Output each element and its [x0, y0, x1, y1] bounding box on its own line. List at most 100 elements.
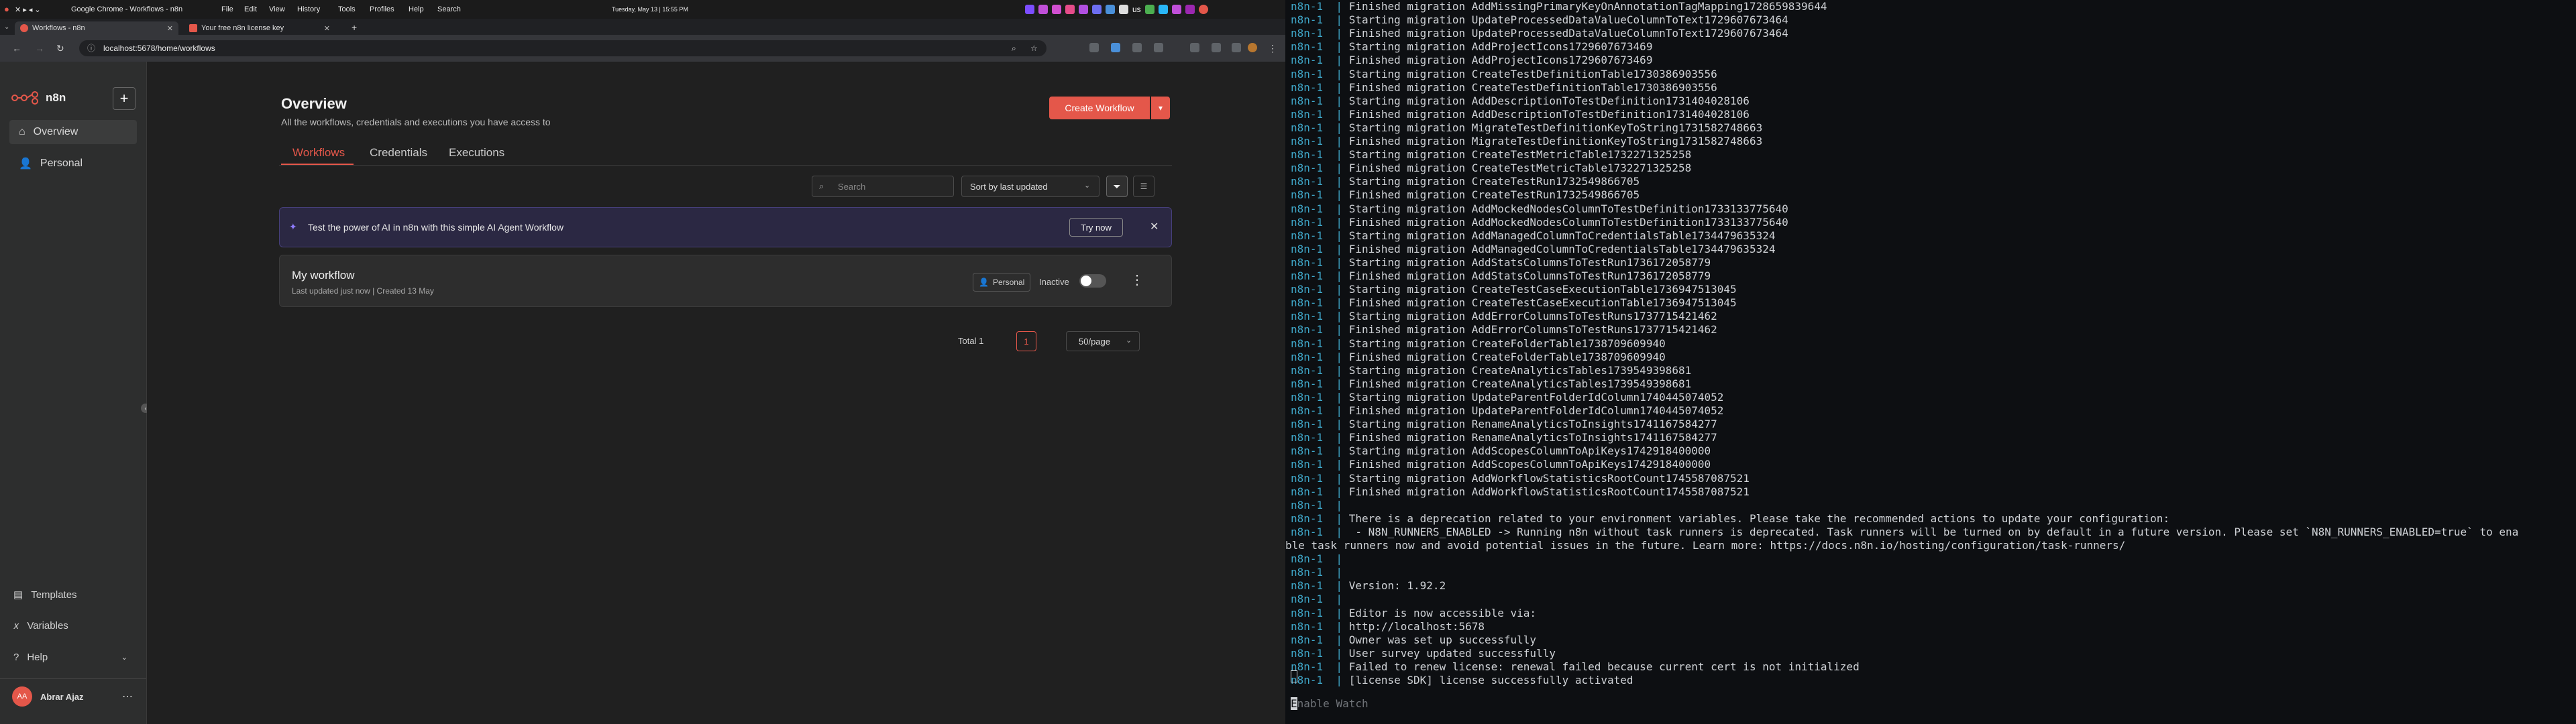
media-control-icon[interactable] [1212, 43, 1221, 52]
sidebar-item-overview[interactable]: ⌂ Overview [9, 120, 137, 144]
menu-search[interactable]: Search [437, 5, 461, 13]
sidebar-icon[interactable] [1232, 43, 1241, 52]
extension-formula-icon[interactable] [1132, 43, 1142, 52]
menu-help[interactable]: Help [409, 5, 424, 13]
chevron-icon[interactable] [1185, 5, 1195, 14]
os-logo-icon[interactable]: ● [4, 4, 9, 14]
volume-alt-icon[interactable] [1092, 5, 1102, 14]
filter-button[interactable]: ⏷ [1106, 176, 1128, 197]
n8n-sidebar: n8n + ⌂ Overview 👤 Personal ▤ Templates … [0, 62, 150, 724]
heart-icon[interactable] [1171, 5, 1181, 14]
forward-icon[interactable]: → [35, 43, 44, 54]
terminal-line: n8n-1 | [1291, 499, 1349, 512]
try-now-button[interactable]: Try now [1069, 218, 1123, 237]
ai-agent-banner: ✦ Test the power of AI in n8n with this … [279, 207, 1172, 247]
line-text: - N8N_RUNNERS_ENABLED -> Running n8n wit… [1348, 525, 2519, 538]
n8n-logo[interactable]: n8n [11, 91, 66, 105]
new-tab-button[interactable]: + [352, 22, 357, 33]
menu-file[interactable]: File [221, 5, 233, 13]
more-icon[interactable]: ⋯ [122, 690, 133, 703]
tab-credentials[interactable]: Credentials [370, 146, 427, 160]
power-icon[interactable] [1198, 5, 1208, 14]
service-prefix: n8n-1 | [1291, 566, 1349, 579]
terminal-footer[interactable]: Enable Watch [1291, 697, 1368, 710]
bell-icon[interactable] [1025, 5, 1034, 14]
close-icon[interactable]: ✕ [324, 24, 330, 33]
workflow-actions-icon[interactable]: ⋮ [1130, 272, 1144, 288]
menu-profiles[interactable]: Profiles [370, 5, 394, 13]
line-text: Finished migration AddDescriptionToTestD… [1348, 107, 1750, 121]
close-icon[interactable]: ✕ [1150, 220, 1159, 233]
search-input[interactable]: ⌕ Search [812, 176, 954, 197]
kebab-menu-icon[interactable]: ⋮ [1268, 43, 1277, 54]
sidebar-item-personal[interactable]: 👤 Personal [9, 152, 137, 176]
menu-edit[interactable]: Edit [244, 5, 257, 13]
service-prefix: n8n-1 | [1291, 67, 1349, 80]
service-prefix: n8n-1 | [1291, 525, 1349, 538]
tab-search-icon[interactable]: ⌄ [4, 23, 9, 31]
page-size-select[interactable]: 50/page ⌄ [1066, 331, 1140, 351]
media-icon[interactable] [1065, 5, 1075, 14]
workflow-name[interactable]: My workflow [292, 269, 355, 282]
battery-icon[interactable] [1158, 5, 1168, 14]
back-icon[interactable]: ← [12, 43, 21, 54]
menu-view[interactable]: View [269, 5, 285, 13]
active-toggle[interactable] [1079, 274, 1106, 288]
app-menu-title[interactable]: Google Chrome - Workflows - n8n [71, 5, 182, 13]
tab-executions[interactable]: Executions [449, 146, 504, 160]
service-prefix: n8n-1 | [1291, 269, 1349, 282]
create-dropdown-button[interactable]: ▾ [1151, 97, 1170, 119]
view-toggle-button[interactable]: ☰ [1133, 176, 1155, 197]
user-menu[interactable]: AA Abrar Ajaz ⋯ [12, 686, 133, 707]
terminal-line: n8n-1 | Starting migration AddProjectIco… [1291, 40, 1652, 54]
sidebar-item-templates[interactable]: ▤ Templates [13, 589, 77, 601]
reload-icon[interactable]: ↻ [56, 43, 64, 54]
create-workflow-button[interactable]: Create Workflow [1049, 97, 1150, 119]
service-prefix: n8n-1 | [1291, 431, 1349, 444]
zoom-icon[interactable]: ⌕ [1012, 40, 1016, 56]
page-button[interactable]: 1 [1016, 331, 1036, 351]
address-bar[interactable]: ⓘ localhost:5678/home/workflows ☆ ⌕ [79, 40, 1046, 56]
workflow-card[interactable]: My workflow Last updated just now | Crea… [279, 255, 1172, 307]
terminal[interactable]: n8n-1 | Finished migration AddMissingPri… [1285, 0, 2576, 724]
sidebar-item-variables[interactable]: 𝑥 Variables [13, 620, 68, 631]
service-prefix: n8n-1 | [1291, 162, 1349, 175]
extension-shield-icon[interactable] [1089, 43, 1099, 52]
sidebar-item-help[interactable]: ? Help ⌄ [13, 652, 127, 663]
download-icon[interactable] [1190, 43, 1199, 52]
divider [0, 678, 146, 679]
tab-workflows[interactable]: Workflows - n8n ✕ [15, 21, 178, 35]
window-controls[interactable]: ✕ ▸ ◂ ⌄ [15, 5, 41, 14]
line-text: Finished migration CreateTestMetricTable… [1348, 162, 1692, 175]
terminal-line: n8n-1 | Finished migration AddDescriptio… [1291, 108, 1750, 121]
close-icon[interactable]: ✕ [167, 24, 173, 33]
extensions-icon[interactable] [1154, 43, 1163, 52]
service-prefix: n8n-1 | [1291, 337, 1349, 350]
add-button[interactable]: + [113, 87, 136, 110]
status-label: Inactive [1039, 277, 1069, 287]
site-info-icon[interactable]: ⓘ [87, 40, 95, 56]
tab-license-key[interactable]: Your free n8n license key ✕ [184, 21, 335, 35]
brightness-icon[interactable] [1119, 5, 1128, 14]
menu-history[interactable]: History [297, 5, 320, 13]
bluetooth-icon[interactable] [1106, 5, 1115, 14]
star-icon[interactable]: ☆ [1030, 40, 1038, 56]
search-placeholder: Search [838, 182, 866, 192]
wifi-icon[interactable] [1144, 5, 1155, 14]
menu-tools[interactable]: Tools [338, 5, 356, 13]
profile-avatar[interactable] [1248, 43, 1257, 52]
keyboard-layout[interactable]: us [1132, 5, 1141, 14]
terminal-line: n8n-1 | http://localhost:5678 [1291, 620, 1485, 634]
page-subtitle: All the workflows, credentials and execu… [281, 117, 551, 127]
volume-icon[interactable] [1079, 5, 1088, 14]
terminal-line: n8n-1 | Starting migration CreateAnalyti… [1291, 364, 1691, 377]
terminal-line: n8n-1 | Failed to renew license: renewal… [1291, 660, 1860, 674]
extension-check-icon[interactable] [1111, 43, 1120, 52]
line-text: Finished migration UpdateParentFolderIdC… [1348, 404, 1724, 417]
clock[interactable]: Tuesday, May 13 | 15:55 PM [612, 6, 688, 13]
terminal-line: n8n-1 | Starting migration UpdateParentF… [1291, 391, 1723, 404]
sort-select[interactable]: Sort by last updated ⌄ [961, 176, 1099, 197]
chat-icon[interactable] [1052, 5, 1061, 14]
tab-workflows[interactable]: Workflows [292, 146, 345, 160]
camera-icon[interactable] [1038, 5, 1048, 14]
